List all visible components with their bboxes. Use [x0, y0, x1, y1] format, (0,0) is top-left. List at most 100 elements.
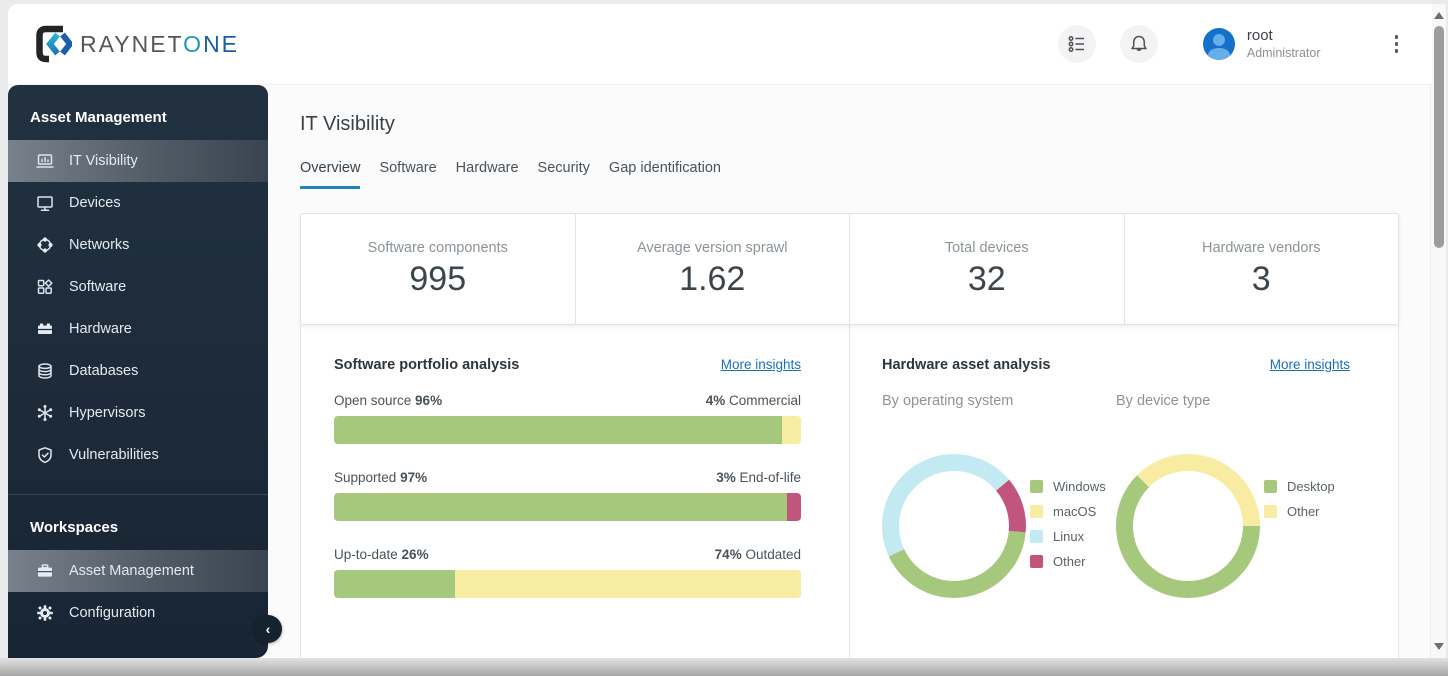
scrollbar-thumb[interactable] [1434, 26, 1444, 248]
window-bottom-edge [0, 658, 1448, 676]
kpi-label: Hardware vendors [1202, 239, 1321, 256]
donut-subtitle: By operating system [882, 393, 1014, 409]
donut-by-operating-system: By operating system Windows macOS Linux … [882, 393, 1116, 598]
tab-bar: Overview Software Hardware Security Gap … [300, 160, 1399, 189]
kpi-value: 995 [409, 259, 467, 298]
legend-swatch [1030, 480, 1043, 493]
sidebar-item-label: Devices [69, 195, 121, 211]
kpi-hardware-vendors: Hardware vendors 3 [1123, 214, 1399, 324]
tab-gap-identification[interactable]: Gap identification [609, 160, 721, 189]
sidebar-section-workspaces: Workspaces [30, 519, 119, 536]
software-grid-icon [37, 279, 53, 294]
bar-left-label: Up-to-date 26% [334, 547, 429, 562]
kpi-value: 3 [1251, 259, 1271, 298]
software-portfolio-panel: Software portfolio analysis More insight… [301, 325, 850, 658]
shield-check-icon [38, 447, 52, 464]
app-header: RAYNETONE root Administrator [8, 4, 1432, 85]
sidebar-item-label: Hardware [69, 321, 132, 337]
sidebar-item-configuration[interactable]: Configuration [8, 592, 268, 634]
bar-left-label: Open source 96% [334, 393, 443, 408]
bar-supported-eol: Supported 97% 3% End-of-life [334, 470, 801, 521]
sidebar-section-asset-management: Asset Management [30, 109, 167, 126]
tab-security[interactable]: Security [538, 160, 590, 189]
notifications-button[interactable] [1119, 25, 1158, 63]
legend-swatch [1264, 505, 1277, 518]
user-avatar[interactable] [1202, 28, 1235, 60]
kpi-row: Software components 995 Average version … [300, 213, 1399, 325]
bar-right-label: 3% End-of-life [716, 470, 801, 485]
sidebar-collapse-button[interactable]: ‹ [254, 615, 282, 643]
legend-item-macos: macOS [1030, 504, 1106, 519]
sidebar-item-hypervisors[interactable]: Hypervisors [8, 392, 268, 434]
sidebar-item-label: Databases [69, 363, 139, 379]
sidebar-item-devices[interactable]: Devices [8, 182, 268, 224]
monitor-icon [37, 196, 53, 212]
kpi-label: Total devices [944, 239, 1029, 256]
software-portfolio-title: Software portfolio analysis [334, 357, 520, 373]
database-icon [38, 363, 52, 379]
sidebar-item-software[interactable]: Software [8, 266, 268, 308]
avatar-body [1207, 48, 1230, 60]
legend-item-other: Other [1264, 504, 1335, 519]
chevron-left-icon: ‹ [265, 621, 271, 637]
hypervisor-icon [37, 405, 53, 421]
user-name: root [1246, 26, 1273, 44]
sidebar-item-label: Asset Management [69, 563, 194, 579]
sidebar-item-label: Hypervisors [69, 405, 146, 421]
sidebar-item-vulnerabilities[interactable]: Vulnerabilities [8, 434, 268, 476]
legend-item-desktop: Desktop [1264, 479, 1335, 494]
analysis-section: Software portfolio analysis More insight… [300, 325, 1399, 658]
brick-icon [37, 323, 53, 334]
avatar-head [1212, 34, 1225, 46]
scroll-up-arrow-icon[interactable] [1434, 12, 1444, 19]
laptop-chart-icon [36, 154, 54, 168]
bar-left-label: Supported 97% [334, 470, 428, 485]
sidebar-item-workspace-asset-management[interactable]: Asset Management [8, 550, 268, 592]
kpi-average-version-sprawl: Average version sprawl 1.62 [574, 214, 850, 324]
kpi-software-components: Software components 995 [301, 214, 575, 324]
tab-hardware[interactable]: Hardware [456, 160, 519, 189]
sidebar-item-databases[interactable]: Databases [8, 350, 268, 392]
sidebar: Asset Management IT Visibility Devices N… [8, 85, 282, 658]
hardware-analysis-panel: Hardware asset analysis More insights By… [850, 325, 1398, 658]
checklist-icon [1068, 36, 1084, 52]
kpi-value: 1.62 [679, 259, 746, 298]
app-window: RAYNETONE root Administrator Asset Manag… [8, 4, 1432, 658]
hardware-more-insights-link[interactable]: More insights [1270, 357, 1350, 372]
logo-text: RAYNETONE [80, 30, 240, 57]
legend-swatch [1030, 530, 1043, 543]
vertical-scrollbar[interactable] [1430, 4, 1446, 658]
user-info[interactable]: root Administrator [1247, 27, 1321, 61]
tab-software[interactable]: Software [379, 160, 436, 189]
hardware-analysis-title: Hardware asset analysis [882, 357, 1051, 373]
gear-icon [37, 605, 53, 621]
legend-item-windows: Windows [1030, 479, 1106, 494]
sidebar-item-label: Networks [69, 237, 130, 253]
logo-mark-icon [36, 25, 72, 63]
sidebar-item-label: Configuration [69, 605, 156, 621]
kebab-menu-icon[interactable] [1391, 31, 1403, 57]
kpi-value: 32 [967, 259, 1006, 298]
stacked-bar [334, 570, 801, 598]
donut-by-device-type: By device type Desktop Other [1116, 393, 1350, 598]
scroll-down-arrow-icon[interactable] [1434, 643, 1444, 650]
sidebar-item-it-visibility[interactable]: IT Visibility [8, 140, 268, 182]
legend-item-linux: Linux [1030, 529, 1106, 544]
software-more-insights-link[interactable]: More insights [721, 357, 801, 372]
os-donut-legend: Windows macOS Linux Other [1030, 479, 1106, 598]
tab-overview[interactable]: Overview [300, 160, 361, 189]
stacked-bar [334, 416, 801, 444]
legend-swatch [1264, 480, 1277, 493]
page-title: IT Visibility [300, 113, 395, 135]
device-type-donut-legend: Desktop Other [1264, 479, 1335, 598]
legend-swatch [1030, 505, 1043, 518]
kpi-label: Software components [367, 239, 508, 256]
sidebar-item-hardware[interactable]: Hardware [8, 308, 268, 350]
sidebar-item-networks[interactable]: Networks [8, 224, 268, 266]
network-icon [37, 237, 53, 253]
sidebar-item-label: Vulnerabilities [69, 447, 159, 463]
bar-open-source-commercial: Open source 96% 4% Commercial [334, 393, 801, 444]
task-list-button[interactable] [1057, 25, 1096, 63]
sidebar-item-label: IT Visibility [69, 153, 138, 169]
main-content: IT Visibility Overview Software Hardware… [268, 85, 1432, 658]
